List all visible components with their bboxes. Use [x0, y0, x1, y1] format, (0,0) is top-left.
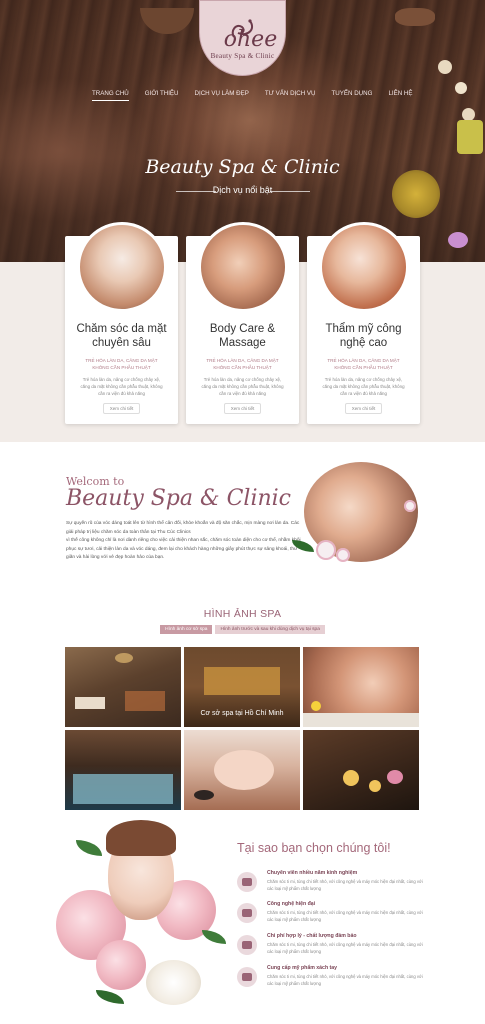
model-hair: [106, 820, 176, 856]
card-tagline: TRẺ HÓA LÀN DA, CĂNG DA MẶT KHÔNG CẦN PH…: [206, 358, 279, 370]
leaf-decoration: [96, 990, 124, 1004]
rose-decoration: [146, 960, 201, 1005]
gallery-photo-pool[interactable]: [65, 730, 181, 810]
hero-divider-right: [270, 191, 310, 192]
why-item: Cung cấp mỹ phẩm xách tay Chăm sóc ti mi…: [237, 965, 427, 995]
hero-title: Beauty Spa & Clinic: [145, 156, 340, 178]
brand-name: ohee: [223, 26, 278, 52]
flower-decoration: [438, 60, 452, 74]
tab-before-after[interactable]: Hình ảnh trước và sau khi dùng dịch vụ t…: [215, 625, 325, 634]
nav-item-beauty-services[interactable]: DỊCH VỤ LÀM ĐẸP: [187, 90, 257, 97]
main-nav: TRANG CHỦ GIỚI THIỆU DỊCH VỤ LÀM ĐẸP TƯ …: [84, 86, 413, 101]
orchid-decoration: [448, 232, 468, 248]
model-with-roses: [56, 820, 226, 1010]
why-choose-title: Tại sao bạn chọn chúng tôi!: [237, 841, 391, 855]
why-item-desc: Chăm sóc ti mi, tùng chi tiết nhỏ, với c…: [267, 910, 423, 922]
gallery-photo-lobby[interactable]: [65, 647, 181, 727]
cosmetics-icon: [237, 967, 257, 987]
gallery-caption: Cơ sở spa tại Hồ Chí Minh: [200, 710, 284, 717]
why-item-heading: Chi phí hợp lý - chất lượng đảm bảo: [267, 933, 357, 939]
nav-item-about[interactable]: GIỚI THIỆU: [137, 90, 187, 97]
card-title: Thẩm mỹ công nghệ cao: [325, 323, 402, 349]
why-item-desc: Chăm sóc ti mi, tùng chi tiết nhỏ, với c…: [267, 942, 423, 954]
card-title: Chăm sóc da mặt chuyên sâu: [76, 323, 167, 349]
welcome-text-2: vì thế công không chỉ là nơi dành riêng …: [66, 538, 301, 560]
gallery-title: HÌNH ẢNH SPA: [203, 608, 282, 620]
why-item-heading: Chuyên viên nhiều năm kinh nghiệm: [267, 870, 358, 876]
card-description: Trẻ hóa làn da, nâng cơ chống chảy xệ, c…: [201, 377, 284, 396]
orchid-icon: [336, 548, 350, 562]
why-item: Công nghệ hiện đại Chăm sóc ti mi, tùng …: [237, 901, 427, 931]
gallery-photo-treatment-room[interactable]: Cơ sở spa tại Hồ Chí Minh: [184, 647, 300, 727]
card-description: Trẻ hóa làn da, nâng cơ chống chảy xệ, c…: [322, 377, 405, 396]
card-description: Trẻ hóa làn da, nâng cơ chống chảy xệ, c…: [80, 377, 163, 396]
facial-mask-photo: [76, 222, 167, 312]
view-details-button[interactable]: Xem chi tiết: [344, 403, 383, 414]
service-card-facial[interactable]: Chăm sóc da mặt chuyên sâu TRẺ HÓA LÀN D…: [65, 222, 178, 424]
view-details-button[interactable]: Xem chi tiết: [223, 403, 262, 414]
stone-decoration: [395, 8, 435, 26]
brand-subtitle: Beauty Spa & Clinic: [210, 51, 275, 60]
rose-decoration: [96, 940, 146, 990]
view-details-button[interactable]: Xem chi tiết: [102, 403, 141, 414]
flower-decoration: [455, 82, 467, 94]
gallery-photo-massage[interactable]: [303, 647, 419, 727]
why-item: Chi phí hợp lý - chất lượng đảm bảo Chăm…: [237, 933, 427, 963]
card-tagline: TRẺ HÓA LÀN DA, CĂNG DA MẶT KHÔNG CẦN PH…: [327, 358, 400, 370]
treatment-photo: [318, 222, 409, 312]
why-item-desc: Chăm sóc ti mi, tùng chi tiết nhỏ, với c…: [267, 974, 423, 986]
nav-item-home[interactable]: TRANG CHỦ: [84, 90, 137, 101]
welcome-paragraph: Sự quyến rũ của vóc dáng toát lên từ hìn…: [66, 520, 302, 563]
why-item-desc: Chăm sóc ti mi, tùng chi tiết nhỏ, với c…: [267, 879, 423, 891]
gallery-photo-candles[interactable]: [303, 730, 419, 810]
why-item-heading: Cung cấp mỹ phẩm xách tay: [267, 965, 338, 971]
why-item: Chuyên viên nhiều năm kinh nghiệm Chăm s…: [237, 870, 427, 900]
card-tagline: TRẺ HÓA LÀN DA, CĂNG DA MẶT KHÔNG CẦN PH…: [85, 358, 158, 370]
gallery-tabs: Hình ảnh cơ sở spa Hình ảnh trước và sau…: [0, 625, 485, 634]
service-card-hightech[interactable]: Thẩm mỹ công nghệ cao TRẺ HÓA LÀN DA, CĂ…: [307, 222, 420, 424]
nav-item-recruitment[interactable]: TUYỂN DỤNG: [324, 90, 381, 97]
welcome-heading: Beauty Spa & Clinic: [66, 486, 292, 511]
orchid-icon: [316, 540, 336, 560]
expert-icon: [237, 872, 257, 892]
leaf-decoration: [202, 930, 226, 944]
nav-item-consulting[interactable]: TƯ VẤN DỊCH VỤ: [257, 90, 324, 97]
technology-icon: [237, 903, 257, 923]
gallery-photo-foot-spa[interactable]: [184, 730, 300, 810]
nav-item-contact[interactable]: LIÊN HỆ: [380, 90, 420, 97]
price-icon: [237, 935, 257, 955]
leaf-decoration: [76, 840, 102, 856]
orchid-icon: [404, 500, 416, 512]
why-item-heading: Công nghệ hiện đại: [267, 901, 316, 907]
card-title: Body Care & Massage: [209, 323, 276, 349]
service-card-massage[interactable]: Body Care & Massage TRẺ HÓA LÀN DA, CĂNG…: [186, 222, 299, 424]
candle-decoration: [457, 120, 483, 154]
welcome-text-1: Sự quyến rũ của vóc dáng toát lên từ hìn…: [66, 521, 300, 535]
massage-photo: [197, 222, 288, 312]
tab-facility-photos[interactable]: Hình ảnh cơ sở spa: [160, 625, 213, 634]
hero-subtitle: Dịch vụ nổi bật: [212, 185, 273, 195]
